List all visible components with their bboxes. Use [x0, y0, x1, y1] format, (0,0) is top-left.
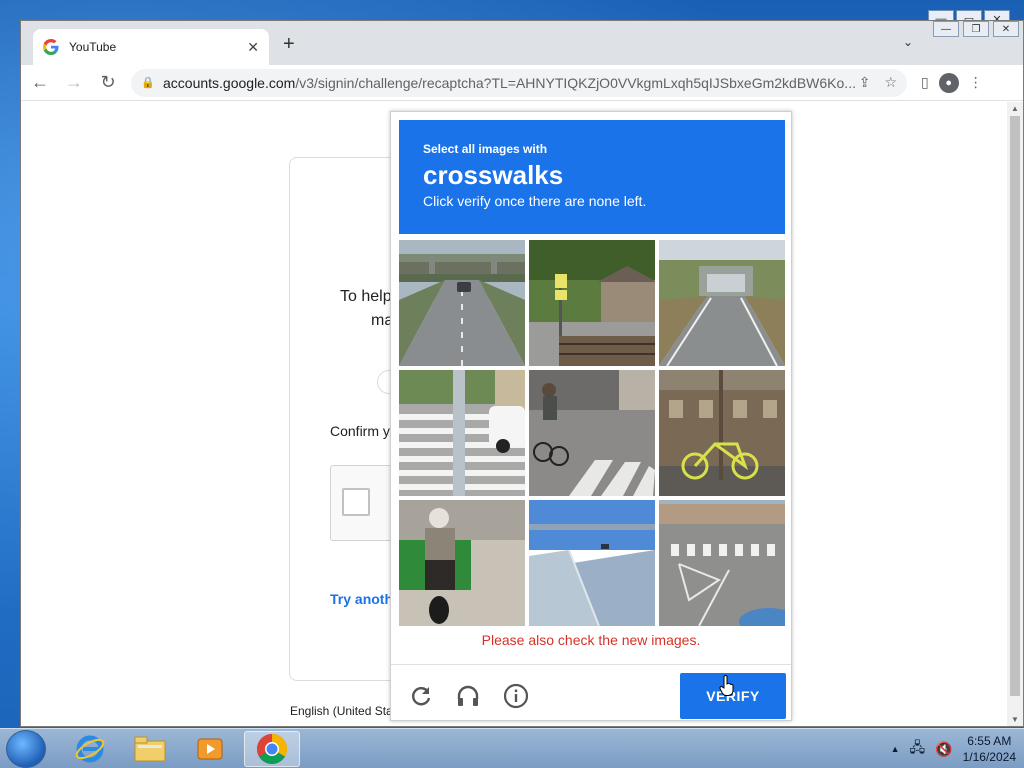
system-tray: ▲ 🖧 🔇 6:55 AM 1/16/2024	[891, 733, 1016, 765]
new-tab-button[interactable]: +	[283, 33, 295, 56]
tray-expand-icon[interactable]: ▲	[891, 744, 900, 754]
tab-close-icon[interactable]: ✕	[247, 39, 259, 56]
hand-cursor-icon	[719, 675, 734, 696]
start-button-windows-icon[interactable]	[6, 730, 46, 768]
internet-explorer-icon[interactable]	[62, 731, 118, 767]
info-icon[interactable]	[503, 683, 529, 709]
minimize-icon[interactable]: —	[933, 21, 959, 37]
tab-strip: YouTube ✕ + ⌄ — ❐ ✕	[21, 21, 1023, 65]
image-tile-8[interactable]	[529, 500, 655, 626]
network-icon[interactable]: 🖧	[910, 737, 926, 761]
chrome-window-buttons: — ❐ ✕	[933, 21, 1019, 37]
side-panel-icon[interactable]: ▯	[921, 74, 929, 91]
browser-toolbar: ← → ↻ 🔒 accounts.google.com /v3/signin/c…	[21, 65, 1023, 101]
instruction-small: Select all images with	[423, 142, 548, 156]
language-selector[interactable]: English (United Sta	[290, 704, 393, 718]
image-tile-6[interactable]	[659, 370, 785, 496]
bookmark-star-icon[interactable]: ☆	[884, 74, 897, 91]
instruction-sub: Click verify once there are none left.	[423, 193, 647, 209]
page-scrollbar[interactable]: ▲ ▼	[1007, 102, 1023, 726]
restore-icon[interactable]: ❐	[963, 21, 989, 37]
url-domain: accounts.google.com	[163, 74, 296, 91]
instruction-keyword: crosswalks	[423, 160, 564, 190]
tab-search-chevron-icon[interactable]: ⌄	[903, 35, 913, 49]
clock-time: 6:55 AM	[967, 734, 1012, 748]
tab-title: YouTube	[69, 40, 117, 54]
try-another-way-link[interactable]: Try anoth	[330, 591, 393, 607]
share-icon[interactable]: ⇪	[859, 74, 871, 91]
google-logo-icon	[43, 39, 59, 55]
image-tile-5[interactable]	[529, 370, 655, 496]
image-grid	[399, 240, 785, 626]
chrome-taskbar-icon[interactable]	[244, 731, 300, 767]
reload-challenge-icon[interactable]	[408, 683, 434, 709]
file-explorer-icon[interactable]	[122, 731, 178, 767]
tab-youtube[interactable]: YouTube ✕	[33, 29, 269, 65]
address-bar[interactable]: 🔒 accounts.google.com /v3/signin/challen…	[131, 68, 907, 97]
close-window-icon[interactable]: ✕	[993, 21, 1019, 37]
image-tile-2[interactable]	[529, 240, 655, 366]
image-tile-3[interactable]	[659, 240, 785, 366]
url-path: /v3/signin/challenge/recaptcha?TL=AHNYTI…	[295, 74, 856, 91]
image-tile-7[interactable]	[399, 500, 525, 626]
image-tile-9[interactable]	[659, 500, 785, 626]
image-tile-4[interactable]	[399, 370, 525, 496]
bg-confirm-text: Confirm y	[330, 423, 390, 439]
image-tile-1[interactable]	[399, 240, 525, 366]
scroll-down-icon[interactable]: ▼	[1011, 715, 1019, 724]
clock-date: 1/16/2024	[962, 750, 1016, 764]
audio-challenge-icon[interactable]	[455, 683, 481, 709]
scroll-thumb[interactable]	[1010, 116, 1020, 696]
error-message: Please also check the new images.	[481, 632, 701, 648]
profile-avatar-icon[interactable]: ●	[938, 72, 959, 93]
reload-icon[interactable]: ↻	[93, 68, 123, 98]
bg-help-text: To help	[340, 288, 392, 305]
lock-icon[interactable]: 🔒	[141, 76, 155, 89]
volume-muted-icon[interactable]: 🔇	[935, 741, 952, 758]
back-arrow-icon[interactable]: ←	[25, 68, 55, 98]
recaptcha-challenge: Select all images with crosswalks Click …	[390, 111, 792, 721]
taskbar: ▲ 🖧 🔇 6:55 AM 1/16/2024	[0, 728, 1024, 768]
challenge-header: Select all images with crosswalks Click …	[399, 120, 785, 234]
scroll-up-icon[interactable]: ▲	[1011, 104, 1019, 113]
media-player-icon[interactable]	[182, 731, 238, 767]
bg-recaptcha-checkbox[interactable]	[342, 488, 370, 516]
forward-arrow-icon[interactable]: →	[59, 68, 89, 98]
menu-kebab-icon[interactable]: ⋮	[969, 74, 983, 91]
browser-window: YouTube ✕ + ⌄ — ❐ ✕ ← → ↻ 🔒 accounts.goo…	[20, 20, 1024, 727]
clock[interactable]: 6:55 AM 1/16/2024	[963, 733, 1016, 765]
